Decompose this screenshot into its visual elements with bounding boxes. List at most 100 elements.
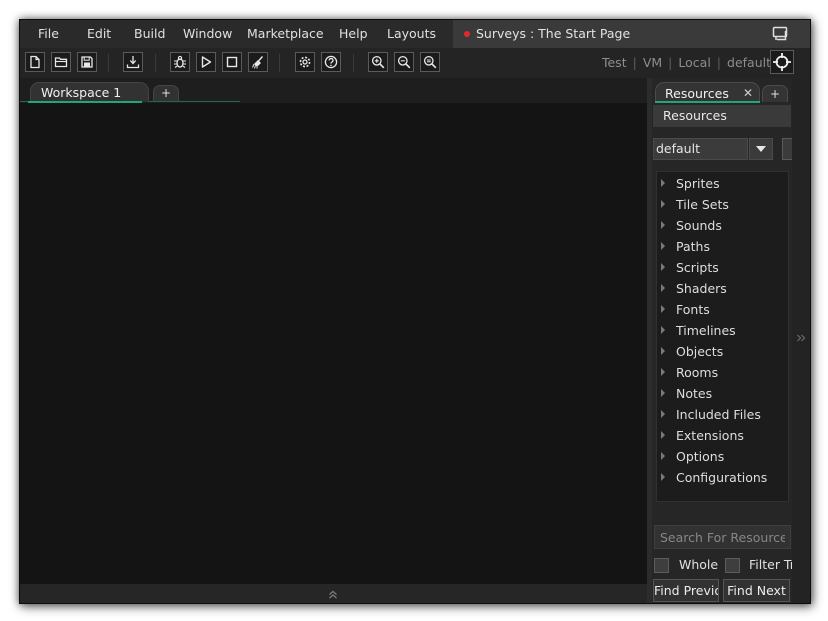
output-panel-toggle-bar[interactable] (20, 584, 647, 603)
resource-tree: Sprites Tile Sets Sounds Paths Scripts S… (656, 171, 789, 502)
tree-item[interactable]: Timelines (657, 320, 789, 341)
new-project-button[interactable] (25, 52, 45, 72)
open-folder-icon (54, 57, 68, 68)
debug-bug-icon (174, 55, 186, 68)
tree-item-label: Fonts (676, 302, 710, 317)
tree-item[interactable]: Fonts (657, 299, 789, 320)
target-manager-button[interactable] (770, 50, 794, 74)
expand-arrow-icon[interactable] (661, 326, 665, 334)
resources-tab-active-indicator (655, 101, 760, 103)
expand-arrow-icon[interactable] (661, 368, 665, 376)
panel-collapse-strip[interactable] (792, 78, 810, 603)
help-button[interactable] (321, 52, 341, 72)
expand-arrow-icon[interactable] (661, 200, 665, 208)
tree-item[interactable]: Shaders (657, 278, 789, 299)
workspace-area: Workspace 1 + (20, 78, 647, 603)
add-panel-tab-button[interactable]: + (762, 85, 788, 102)
open-project-button[interactable] (51, 52, 71, 72)
workspace-canvas[interactable] (20, 103, 647, 584)
toolbar-separator (279, 54, 280, 72)
resource-filter-select[interactable]: default (653, 138, 748, 160)
expand-arrow-icon[interactable] (661, 452, 665, 460)
tree-item-label: Included Files (676, 407, 761, 422)
expand-arrow-icon[interactable] (661, 284, 665, 292)
expand-arrow-icon[interactable] (661, 431, 665, 439)
find-next-button[interactable]: Find Next (723, 579, 790, 602)
tree-item[interactable]: Options (657, 446, 789, 467)
expand-arrow-icon[interactable] (661, 263, 665, 271)
menu-help[interactable]: Help (339, 20, 368, 48)
menu-window[interactable]: Window (183, 20, 232, 48)
tree-item-label: Configurations (676, 470, 768, 485)
resources-tab[interactable]: Resources ✕ (655, 82, 760, 103)
tree-item-label: Timelines (676, 323, 736, 338)
zoom-reset-button[interactable] (420, 52, 440, 72)
tree-item[interactable]: Sounds (657, 215, 789, 236)
expand-arrow-icon[interactable] (661, 221, 665, 229)
filter-tree-checkbox[interactable] (725, 558, 740, 573)
resource-search-input[interactable] (654, 525, 791, 549)
resource-filter-dropdown-button[interactable] (749, 138, 773, 160)
find-previous-button[interactable]: Find Previous (653, 579, 719, 602)
menu-marketplace[interactable]: Marketplace (247, 20, 324, 48)
tree-item-label: Paths (676, 239, 710, 254)
tree-item[interactable]: Tile Sets (657, 194, 789, 215)
workspace-tab-label: Workspace 1 (41, 85, 122, 100)
save-icon (81, 56, 93, 68)
clean-button[interactable] (248, 52, 268, 72)
tree-item[interactable]: Objects (657, 341, 789, 362)
tree-item[interactable]: Extensions (657, 425, 789, 446)
unsaved-indicator-dot (464, 31, 470, 37)
expand-arrow-icon[interactable] (661, 410, 665, 418)
target-device[interactable]: Local (678, 55, 710, 70)
tree-item[interactable]: Paths (657, 236, 789, 257)
zoom-out-button[interactable] (394, 52, 414, 72)
chevron-down-icon (756, 146, 766, 152)
toolbar-separator (353, 54, 354, 72)
expand-arrow-icon[interactable] (661, 305, 665, 313)
menu-edit[interactable]: Edit (87, 20, 111, 48)
target-config[interactable]: Test (602, 55, 627, 70)
crosshair-icon (773, 53, 791, 71)
run-button[interactable] (196, 52, 216, 72)
restore-window-icon[interactable] (772, 26, 790, 42)
target-separator: | (632, 55, 637, 70)
tree-item[interactable]: Notes (657, 383, 789, 404)
tree-item-label: Shaders (676, 281, 727, 296)
tree-item[interactable]: Rooms (657, 362, 789, 383)
resources-header-label: Resources (663, 108, 727, 123)
workspace-tab[interactable]: Workspace 1 (30, 82, 149, 102)
tree-item[interactable]: Sprites (657, 173, 789, 194)
zoom-in-icon (371, 55, 385, 69)
game-options-button[interactable] (295, 52, 315, 72)
whole-word-checkbox[interactable] (654, 558, 669, 573)
zoom-in-button[interactable] (368, 52, 388, 72)
resources-header: Resources (653, 105, 791, 127)
expand-arrow-icon[interactable] (661, 347, 665, 355)
target-platform[interactable]: VM (643, 55, 662, 70)
tree-item[interactable]: Included Files (657, 404, 789, 425)
debug-button[interactable] (170, 52, 190, 72)
double-chevron-right-icon[interactable] (795, 332, 807, 344)
menu-build[interactable]: Build (134, 20, 165, 48)
stop-button[interactable] (222, 52, 242, 72)
expand-arrow-icon[interactable] (661, 473, 665, 481)
export-button[interactable] (123, 52, 143, 72)
menu-file[interactable]: File (38, 20, 59, 48)
resources-panel: Resources ✕ + Resources default Sprites … (652, 78, 792, 603)
add-workspace-button[interactable]: + (153, 85, 179, 101)
tree-item-label: Sounds (676, 218, 722, 233)
settings-gear-icon (299, 56, 311, 68)
tree-item[interactable]: Configurations (657, 467, 789, 488)
menu-layouts[interactable]: Layouts (387, 20, 436, 48)
resource-view-button[interactable] (782, 138, 792, 160)
save-project-button[interactable] (77, 52, 97, 72)
expand-arrow-icon[interactable] (661, 179, 665, 187)
tree-item[interactable]: Scripts (657, 257, 789, 278)
target-selector[interactable]: Test | VM | Local | default (602, 48, 771, 78)
resource-filter-value: default (656, 141, 700, 156)
target-profile[interactable]: default (727, 55, 771, 70)
double-chevron-up-icon[interactable] (326, 587, 340, 601)
expand-arrow-icon[interactable] (661, 242, 665, 250)
expand-arrow-icon[interactable] (661, 389, 665, 397)
